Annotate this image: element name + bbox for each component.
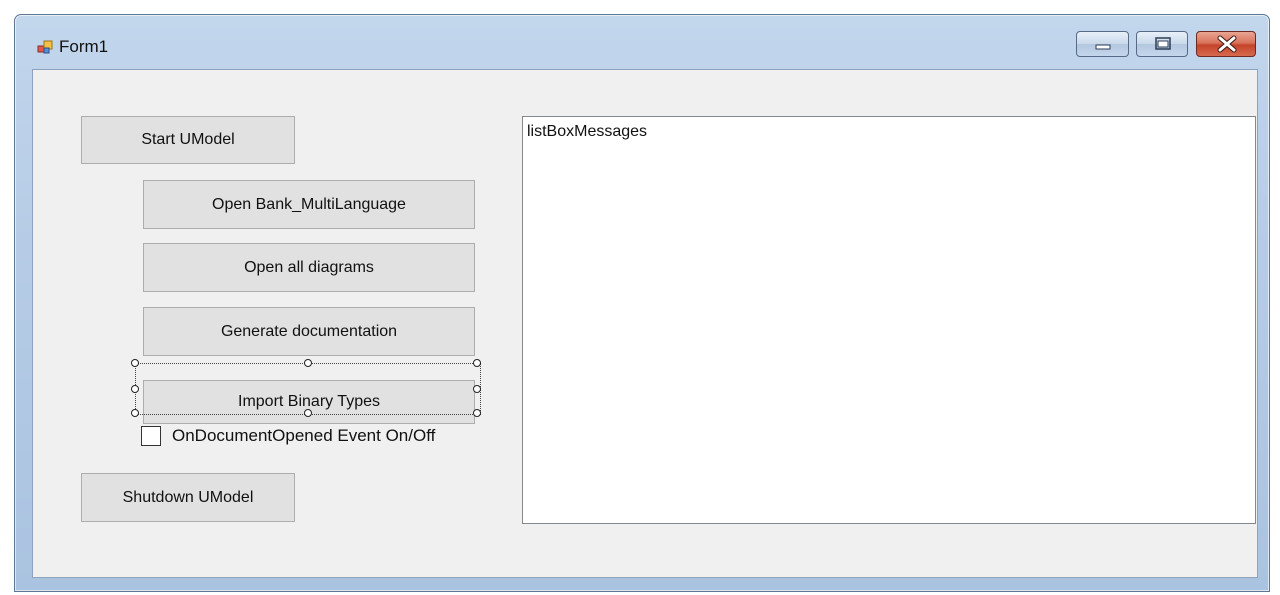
window-title: Form1 <box>59 37 109 56</box>
resize-handle[interactable] <box>131 409 139 417</box>
open-bank-multilanguage-button[interactable]: Open Bank_MultiLanguage <box>143 180 475 229</box>
generate-documentation-button[interactable]: Generate documentation <box>143 307 475 356</box>
resize-handle[interactable] <box>131 359 139 367</box>
maximize-button[interactable] <box>1136 31 1188 57</box>
form-app-icon <box>37 40 53 54</box>
open-all-diagrams-button[interactable]: Open all diagrams <box>143 243 475 292</box>
start-umodel-button[interactable]: Start UModel <box>81 116 295 164</box>
ondocumentopened-checkbox-label[interactable]: OnDocumentOpened Event On/Off <box>172 426 435 446</box>
form-client-area: Start UModel Open Bank_MultiLanguage Ope… <box>32 69 1258 578</box>
maximize-icon <box>1155 37 1171 50</box>
close-button[interactable] <box>1196 31 1256 57</box>
ondocumentopened-checkbox[interactable] <box>141 426 161 446</box>
resize-handle[interactable] <box>131 385 139 393</box>
minimize-button[interactable] <box>1076 31 1129 57</box>
resize-handle[interactable] <box>473 359 481 367</box>
minimize-icon <box>1095 44 1111 50</box>
form1-window: Form1 Start UModel Open Bank_MultiLangua… <box>14 14 1270 592</box>
title-bar[interactable]: Form1 <box>15 15 1269 69</box>
resize-handle[interactable] <box>304 359 312 367</box>
shutdown-umodel-button[interactable]: Shutdown UModel <box>81 473 295 522</box>
import-binary-types-button[interactable]: Import Binary Types <box>143 380 475 424</box>
close-icon <box>1217 35 1237 53</box>
messages-listbox[interactable]: listBoxMessages <box>522 116 1256 524</box>
listbox-placeholder-text: listBoxMessages <box>527 123 648 140</box>
